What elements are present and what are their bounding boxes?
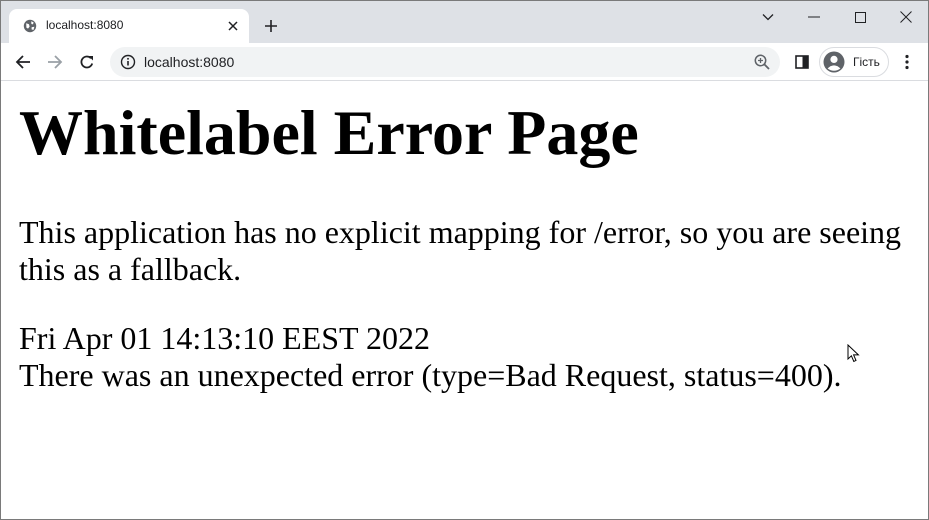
minimize-icon[interactable]: [791, 1, 837, 33]
error-timestamp: Fri Apr 01 14:13:10 EEST 2022: [19, 320, 430, 356]
profile-button[interactable]: Гість: [819, 47, 889, 77]
back-arrow-icon[interactable]: [10, 49, 36, 75]
page-title: Whitelabel Error Page: [19, 97, 639, 168]
zoom-in-icon[interactable]: [753, 53, 771, 71]
maximize-icon[interactable]: [837, 1, 883, 33]
tab-strip: localhost:8080: [1, 1, 928, 43]
globe-icon: [23, 19, 37, 33]
page-content: Whitelabel Error Page This application h…: [1, 82, 928, 519]
kebab-menu-icon[interactable]: [894, 49, 920, 75]
reload-icon[interactable]: [74, 49, 100, 75]
browser-tab[interactable]: localhost:8080: [9, 9, 249, 43]
error-message-line: this as a fallback.: [19, 251, 242, 287]
close-icon[interactable]: [883, 1, 928, 33]
chevron-down-icon[interactable]: [745, 1, 791, 33]
info-icon[interactable]: [120, 54, 136, 70]
mouse-cursor-icon: [847, 343, 861, 364]
error-details: Fri Apr 01 14:13:10 EEST 2022 There was …: [19, 320, 919, 394]
error-message: This application has no explicit mapping…: [19, 214, 919, 288]
browser-window: localhost:8080 localhost:8080 Гість Whit…: [0, 0, 929, 520]
address-bar[interactable]: localhost:8080: [110, 47, 780, 77]
profile-label: Гість: [853, 55, 880, 69]
side-panel-icon[interactable]: [789, 49, 815, 75]
close-tab-icon[interactable]: [225, 18, 241, 34]
error-message-line: This application has no explicit mapping…: [19, 214, 902, 250]
address-text[interactable]: localhost:8080: [144, 54, 234, 70]
browser-toolbar: localhost:8080 Гість: [1, 43, 928, 81]
plus-icon[interactable]: [261, 16, 281, 36]
error-status: There was an unexpected error (type=Bad …: [19, 357, 842, 393]
forward-arrow-icon[interactable]: [42, 49, 68, 75]
tab-title: localhost:8080: [46, 18, 124, 32]
avatar-icon: [823, 51, 845, 73]
